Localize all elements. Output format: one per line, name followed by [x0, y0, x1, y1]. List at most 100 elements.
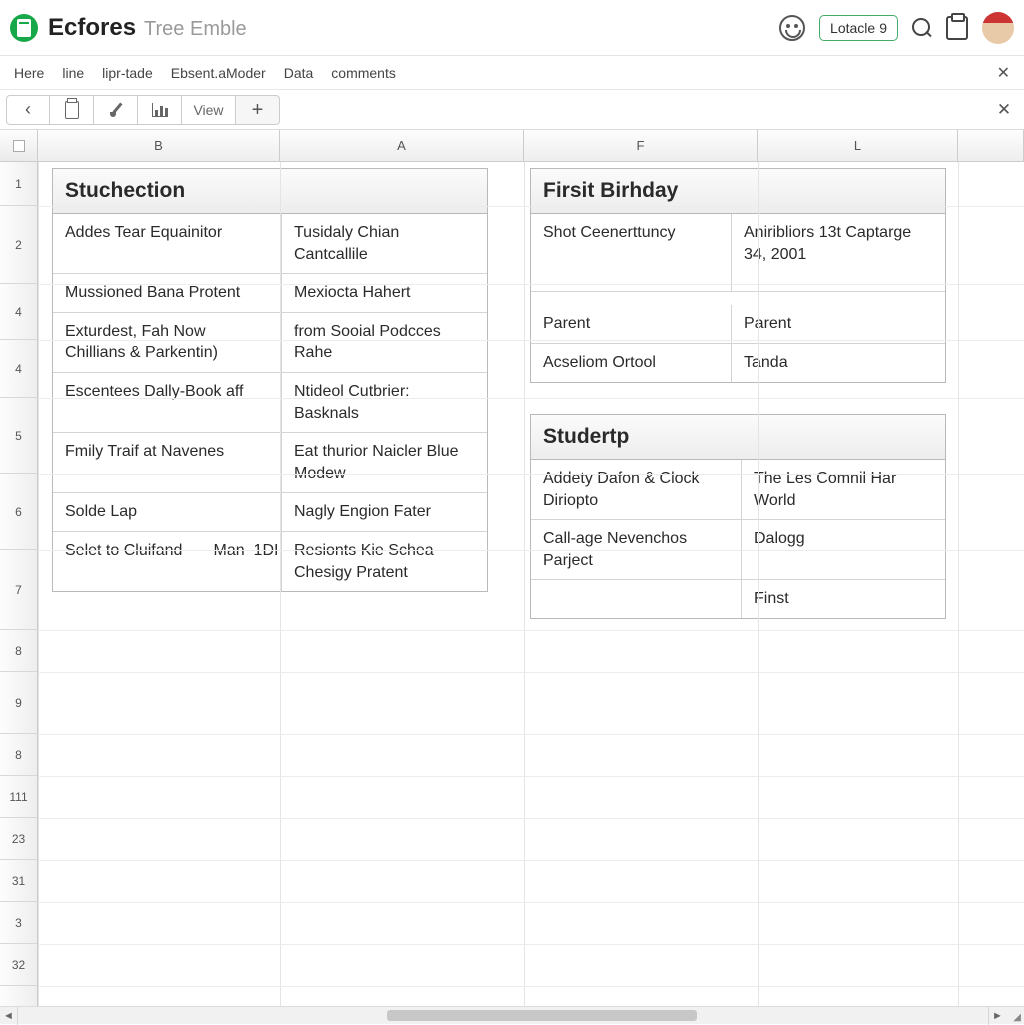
cell[interactable]: Tanda [731, 344, 945, 382]
table-row[interactable]: Addes Tear EquainitorTusidaly Chian Cant… [53, 214, 487, 274]
document-subtitle: Tree Emble [144, 18, 247, 41]
share-button-label: Lotacle [830, 20, 875, 36]
cell[interactable]: Fmily Traif at Navenes [53, 433, 281, 492]
column-header[interactable]: A [280, 130, 524, 161]
menu-bar: Here line lipr-tade Ebsent.aModer Data c… [0, 56, 1024, 90]
table-header: Firsit Birhday [531, 169, 945, 214]
table-row[interactable]: Selet to Cluifand Man 1DIResionts Kie Sc… [53, 532, 487, 591]
select-all-corner[interactable] [0, 130, 38, 161]
cell[interactable]: Mussioned Bana Protent [53, 274, 281, 312]
row-header[interactable]: 3 [0, 902, 37, 944]
close-icon[interactable]: ✕ [997, 63, 1010, 83]
menu-item[interactable]: Here [14, 65, 44, 81]
feedback-icon[interactable] [779, 15, 805, 41]
column-header[interactable]: L [758, 130, 958, 161]
menu-item[interactable]: Data [284, 65, 314, 81]
cell[interactable]: Aniribliors 13t Captarge 34, 2001 [731, 214, 945, 291]
column-header[interactable]: B [38, 130, 280, 161]
menu-item[interactable]: comments [331, 65, 396, 81]
table-row[interactable]: Addety Dafon & Clock DirioptoThe Les Com… [531, 460, 945, 520]
horizontal-scrollbar[interactable]: ◄ ► ◢ [0, 1006, 1024, 1024]
table-header: Studertp [531, 415, 945, 460]
cell[interactable]: Parent [531, 305, 731, 343]
scroll-right-icon[interactable]: ► [988, 1007, 1006, 1025]
row-header[interactable]: 4 [0, 284, 37, 340]
toolbar: ‹ View + ✕ [0, 90, 1024, 130]
row-header[interactable]: 31 [0, 860, 37, 902]
row-header[interactable]: 6 [0, 474, 37, 550]
spreadsheet-area: B A F L 12445678981112331332 Stuchection… [0, 130, 1024, 1006]
document-title[interactable]: Ecfores [48, 14, 136, 42]
scroll-track[interactable] [18, 1007, 988, 1024]
add-button[interactable]: + [236, 95, 280, 125]
table-row[interactable]: Exturdest, Fah Now Chillians & Parkentin… [53, 313, 487, 373]
table-first-birthday: Firsit Birhday Shot CeenerttuncyAniribli… [530, 168, 946, 383]
row-header[interactable]: 23 [0, 818, 37, 860]
column-header-row: B A F L [0, 130, 1024, 162]
cell[interactable]: Finst [741, 580, 945, 618]
cell[interactable]: Selet to Cluifand Man 1DI [53, 532, 281, 591]
row-header[interactable]: 32 [0, 944, 37, 986]
clipboard-icon[interactable] [946, 16, 968, 40]
row-header[interactable]: 111 [0, 776, 37, 818]
row-header[interactable]: 7 [0, 550, 37, 630]
account-avatar[interactable] [982, 12, 1014, 44]
undo-button[interactable]: ‹ [6, 95, 50, 125]
row-header[interactable]: 5 [0, 398, 37, 474]
clipboard-small-icon [65, 101, 79, 119]
format-paint-button[interactable] [94, 95, 138, 125]
title-bar: Ecfores Tree Emble Lotacle 9 [0, 0, 1024, 56]
menu-item[interactable]: Ebsent.aModer [171, 65, 266, 81]
bar-chart-icon [152, 103, 168, 117]
table-row[interactable]: Fmily Traif at NavenesEat thurior Naicle… [53, 433, 487, 493]
row-header[interactable]: 2 [0, 206, 37, 284]
cell[interactable]: The Les Comnil Har World [741, 460, 945, 519]
cell[interactable]: Solde Lap [53, 493, 281, 531]
search-icon[interactable] [912, 18, 932, 38]
cell[interactable]: Parent [731, 305, 945, 343]
cell[interactable]: Tusidaly Chian Cantcallile [281, 214, 487, 273]
scroll-left-icon[interactable]: ◄ [0, 1007, 18, 1025]
menu-item[interactable]: lipr-tade [102, 65, 153, 81]
column-header-blank [958, 130, 1024, 161]
table-row[interactable]: Acseliom OrtoolTanda [531, 344, 945, 382]
row-header[interactable]: 8 [0, 630, 37, 672]
row-header[interactable]: 9 [0, 672, 37, 734]
cell[interactable]: Escentees Dally-Book aff [53, 373, 281, 432]
share-button-badge: 9 [879, 20, 887, 36]
chart-button[interactable] [138, 95, 182, 125]
menu-item[interactable]: line [62, 65, 84, 81]
cell[interactable] [531, 580, 741, 618]
cell[interactable]: Nagly Engion Fater [281, 493, 487, 531]
cell[interactable]: Exturdest, Fah Now Chillians & Parkentin… [53, 313, 281, 372]
cell[interactable]: Shot Ceenerttuncy [531, 214, 731, 291]
share-button[interactable]: Lotacle 9 [819, 15, 898, 41]
grid-canvas[interactable]: Stuchection Addes Tear EquainitorTusidal… [38, 162, 1024, 1006]
paste-button[interactable] [50, 95, 94, 125]
table-row[interactable]: Mussioned Bana ProtentMexiocta Hahert [53, 274, 487, 313]
cell[interactable]: Resionts Kie Schea Chesigy Pratent [281, 532, 487, 591]
row-header[interactable]: 1 [0, 162, 37, 206]
row-header[interactable]: 4 [0, 340, 37, 398]
scroll-thumb[interactable] [387, 1010, 697, 1021]
table-row[interactable]: Finst [531, 580, 945, 618]
arrow-left-icon: ‹ [25, 99, 31, 120]
app-icon[interactable] [10, 14, 38, 42]
table-row[interactable]: ParentParent [531, 292, 945, 344]
cell[interactable]: Eat thurior Naicler Blue Modew [281, 433, 487, 492]
resize-grip-icon[interactable]: ◢ [1006, 1007, 1024, 1025]
table-row[interactable]: Shot CeenerttuncyAniribliors 13t Captarg… [531, 214, 945, 292]
table-row[interactable]: Escentees Dally-Book affNtideol Cutbrier… [53, 373, 487, 433]
collapse-toolbar-icon[interactable]: ✕ [990, 100, 1018, 120]
cell[interactable]: Ntideol Cutbrier: Basknals [281, 373, 487, 432]
row-header[interactable]: 8 [0, 734, 37, 776]
column-header[interactable]: F [524, 130, 758, 161]
cell[interactable]: Acseliom Ortool [531, 344, 731, 382]
view-button[interactable]: View [182, 95, 236, 125]
table-studertp: Studertp Addety Dafon & Clock DirioptoTh… [530, 414, 946, 619]
cell[interactable]: Addes Tear Equainitor [53, 214, 281, 273]
cell[interactable]: from Sooial Podcces Rahe [281, 313, 487, 372]
cell[interactable]: Addety Dafon & Clock Diriopto [531, 460, 741, 519]
cell[interactable]: Mexiocta Hahert [281, 274, 487, 312]
table-row[interactable]: Solde LapNagly Engion Fater [53, 493, 487, 532]
